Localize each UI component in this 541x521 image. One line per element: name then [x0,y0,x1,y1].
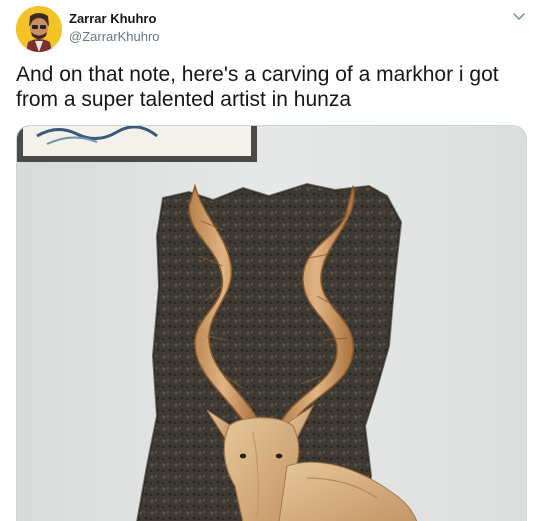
tweet-photo[interactable] [16,125,527,521]
author-name[interactable]: Zarrar Khuhro [69,11,156,26]
avatar[interactable] [16,6,62,52]
author-handle[interactable]: @ZarrarKhuhro [69,29,160,44]
tweet-card: Zarrar Khuhro @ZarrarKhuhro And on that … [0,0,541,521]
tweet-text: And on that note, here's a carving of a … [16,63,499,111]
chevron-down-icon[interactable] [511,10,527,22]
